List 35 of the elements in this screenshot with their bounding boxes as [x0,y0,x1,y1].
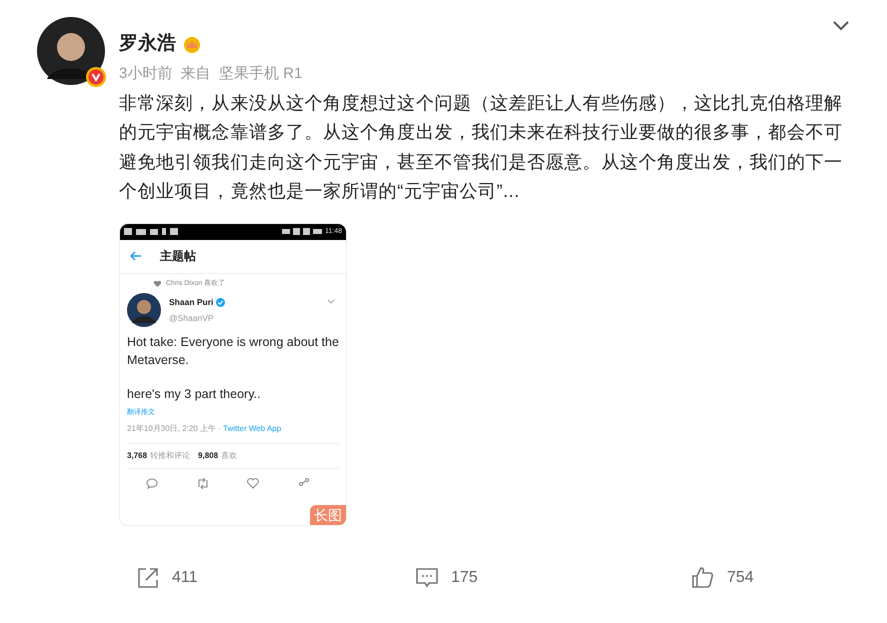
tweet-handle: @ShaanVP [169,312,215,324]
heart-icon [154,280,161,287]
crown-icon [182,35,202,53]
header-title: 主题帖 [160,248,196,265]
user-avatar[interactable] [127,293,161,327]
long-image-badge: 长图 [310,504,346,524]
like-button[interactable]: 754 [691,566,754,590]
retweet-icon[interactable] [196,478,209,488]
verified-badge-icon [85,66,107,88]
tweet-date: 21年10月30日, 2:20 上午 · [127,422,222,434]
like-count: 9,808 [198,450,218,462]
post-meta: 3小时前 来自 坚果手机 R1 [119,64,304,84]
status-icons-drawing [124,228,178,235]
status-icons-drawing [282,228,322,235]
share-icon[interactable] [298,478,310,488]
post-text: 非常深刻，从来没从这个角度想过这个问题（这差距让人有些伤感），这比扎克伯格理解的元宇宙概念靠谱多了。从这个角度出发，我们未来在科技行业要做的很多事，都会不可避免地引领我们走向这个元宇宙，甚至不管我们是否愿意。从这个角度出发，我们的下一个创业项目，竟然也是一家所谓的“元宇宙公司”... [119,92,844,203]
collapse-caret-icon[interactable] [832,20,850,32]
tweet-author: Shaan Puri [169,296,214,309]
thumbs-up-icon [691,566,715,590]
reply-icon[interactable] [146,478,158,488]
share-button[interactable]: 411 [136,566,415,590]
author-name[interactable]: 罗永浩 [119,33,176,55]
like-label: 喜欢 [221,450,238,462]
caret-icon[interactable] [327,299,335,304]
avatar[interactable] [37,17,105,85]
retweet-label: 转推和评论 [150,450,190,462]
tweet-text: here's my 3 part theory.. [127,386,262,403]
share-icon [136,566,160,590]
retweet-count: 3,768 [127,450,148,462]
back-arrow-icon[interactable] [130,251,142,261]
comment-icon [415,567,439,589]
comment-button[interactable]: 175 [415,566,691,590]
heart-icon[interactable] [247,478,260,488]
verified-check-icon [216,298,226,307]
tweet-text: Hot take: Everyone is wrong about the Metaverse. [127,334,339,369]
